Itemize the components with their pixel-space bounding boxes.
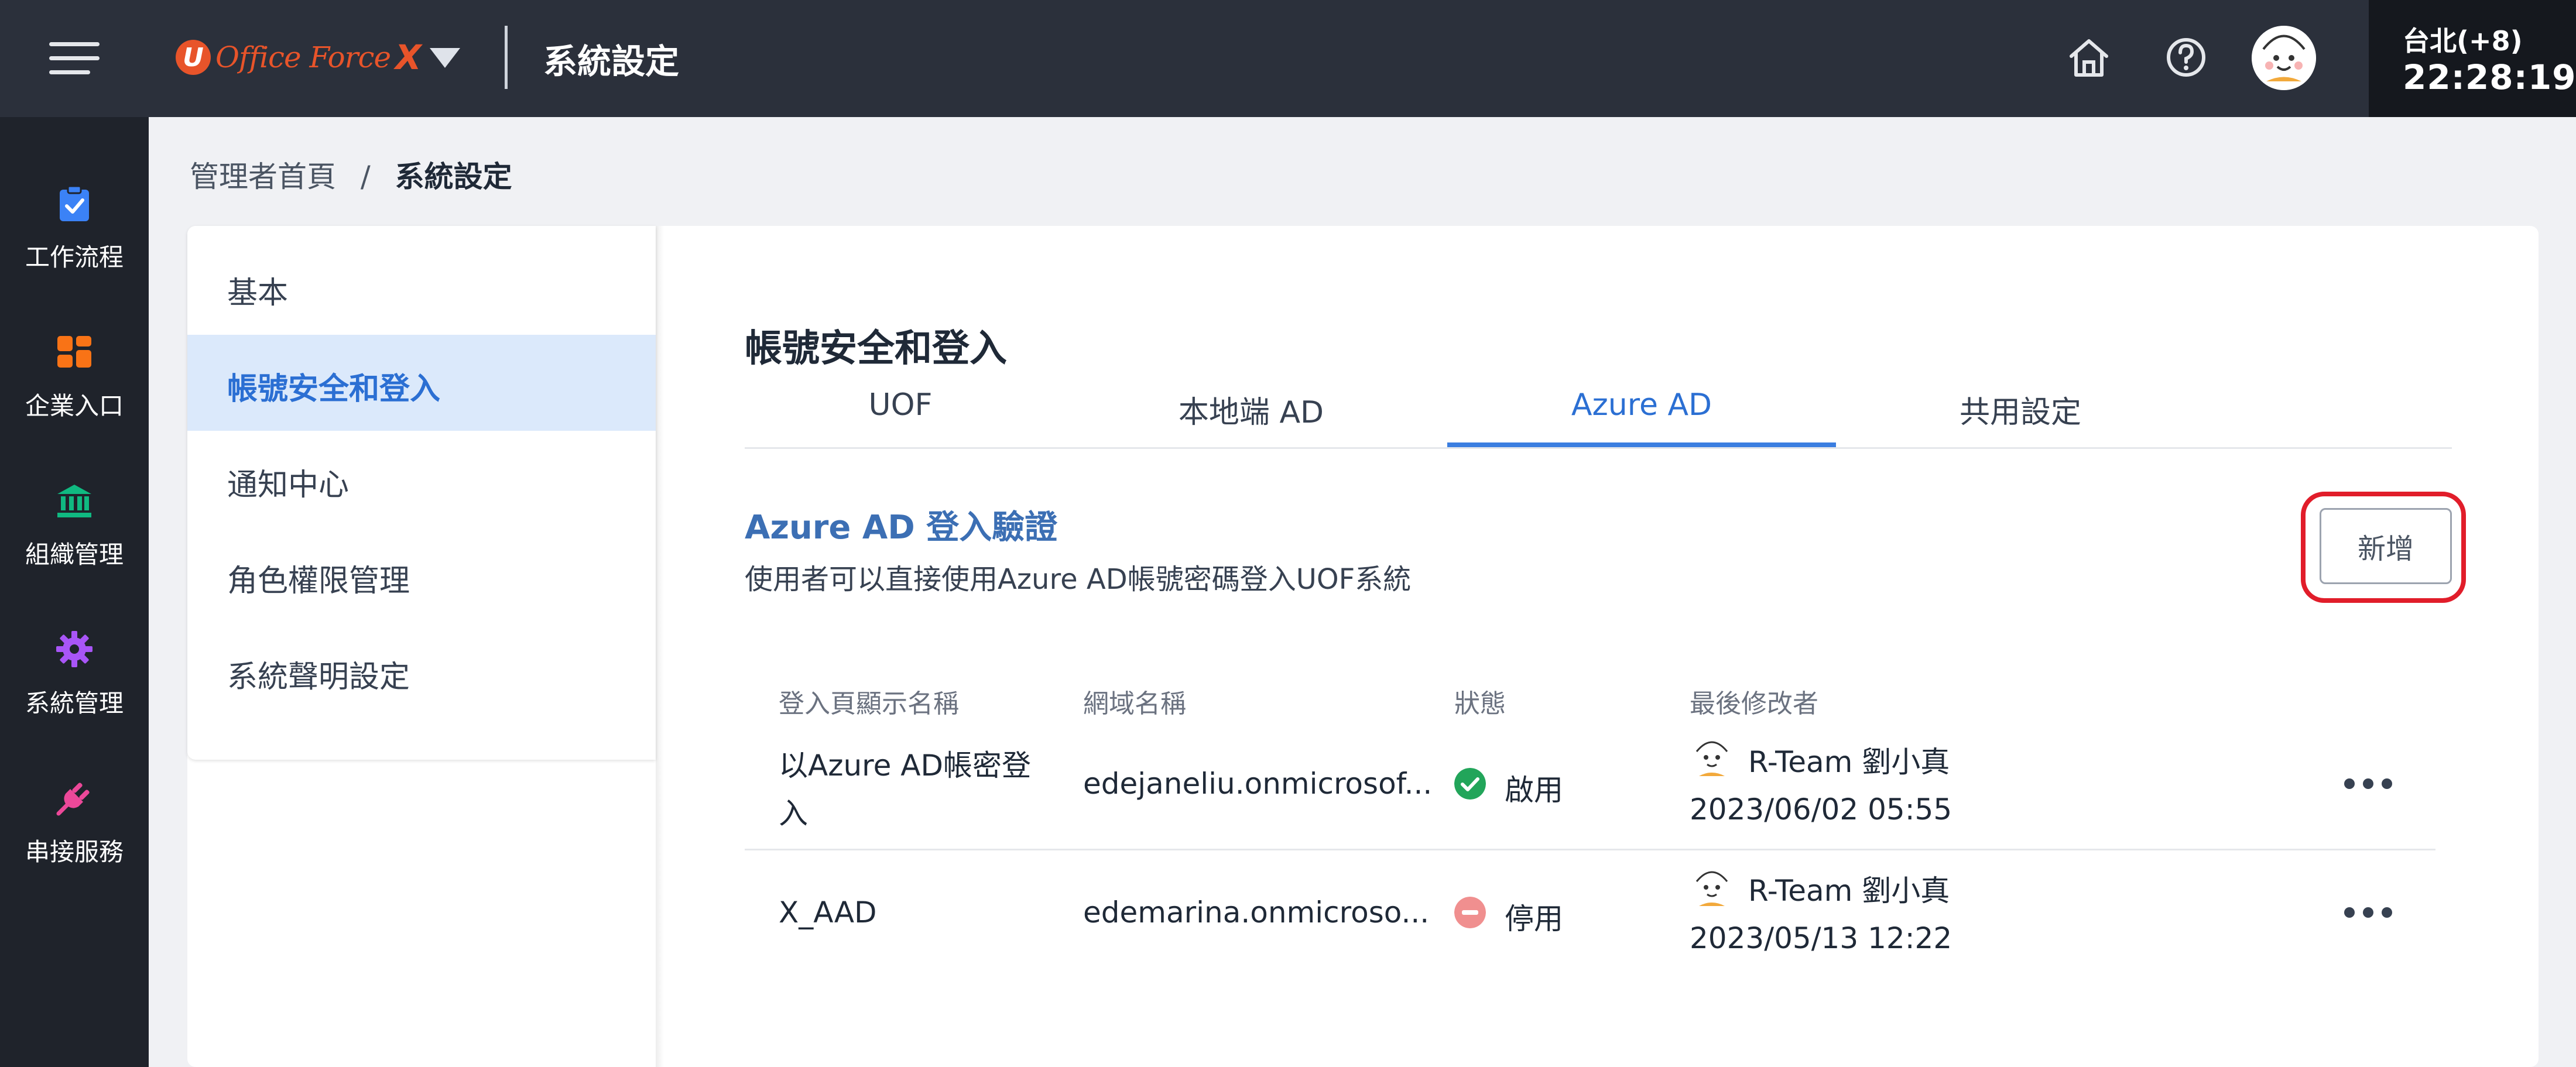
- column-header-domain: 網域名稱: [1083, 689, 1186, 719]
- gear-icon: [56, 631, 93, 667]
- settings-nav-label: 系統聲明設定: [227, 660, 410, 695]
- clock-timezone: 台北(+8): [2403, 25, 2523, 57]
- settings-nav-label: 帳號安全和登入: [227, 372, 441, 407]
- chevron-down-icon[interactable]: [430, 48, 460, 68]
- settings-nav-label: 角色權限管理: [227, 564, 410, 599]
- settings-nav-label: 基本: [227, 276, 289, 311]
- clock: 台北(+8) 22:28:19: [2369, 0, 2576, 117]
- row-divider: [745, 849, 2435, 850]
- dashboard-icon: [57, 336, 91, 368]
- row-domain: edejaneliu.onmicrosof...: [1083, 767, 1433, 801]
- azure-section-description: 使用者可以直接使用Azure AD帳號密碼登入UOF系統: [745, 563, 1412, 596]
- more-options-icon[interactable]: [2344, 778, 2393, 790]
- home-icon[interactable]: [2065, 34, 2112, 81]
- breadcrumb-home[interactable]: 管理者首頁: [190, 160, 336, 194]
- logo-text: Office Force: [215, 40, 391, 74]
- row-modified-time: 2023/05/13 12:22: [1690, 921, 1952, 955]
- clock-time: 22:28:19: [2403, 57, 2576, 97]
- row-display-name: 以Azure AD帳密登: [779, 749, 1031, 783]
- sidebar-item-portal[interactable]: 企業入口: [0, 332, 149, 473]
- plug-icon: [56, 783, 90, 816]
- tab-shared-settings[interactable]: 共用設定: [1836, 382, 2205, 447]
- avatar[interactable]: [2252, 26, 2316, 90]
- bank-icon: [57, 485, 91, 517]
- column-header-status: 狀態: [1454, 689, 1506, 719]
- logo-x: X: [395, 37, 422, 77]
- more-options-icon[interactable]: [2344, 907, 2393, 919]
- row-modifier: R-Team 劉小真: [1748, 874, 1950, 908]
- sidebar-item-label: 串接服務: [25, 838, 124, 866]
- column-header-modifier: 最後修改者: [1690, 689, 1818, 719]
- sidebar-item-integration[interactable]: 串接服務: [0, 778, 149, 919]
- row-modified-time: 2023/06/02 05:55: [1690, 792, 1952, 826]
- add-button[interactable]: 新增: [2320, 508, 2452, 584]
- row-modifier: R-Team 劉小真: [1748, 745, 1950, 779]
- sidebar-item-label: 企業入口: [25, 392, 124, 420]
- section-title: 帳號安全和登入: [745, 327, 1007, 370]
- breadcrumb-current: 系統設定: [395, 160, 512, 194]
- azure-section-title: Azure AD 登入驗證: [745, 509, 1058, 547]
- page-title: 系統設定: [543, 42, 680, 81]
- sidebar-item-label: 工作流程: [25, 243, 124, 272]
- divider: [505, 26, 508, 89]
- logo-mark: U: [176, 40, 211, 75]
- column-header-display-name: 登入頁顯示名稱: [779, 689, 959, 719]
- row-status: 停用: [1505, 902, 1563, 936]
- modifier-avatar: [1688, 864, 1735, 911]
- tab-azure-ad[interactable]: Azure AD: [1447, 382, 1836, 447]
- settings-nav: 基本 帳號安全和登入 通知中心 角色權限管理 系統聲明設定: [187, 226, 656, 760]
- nav-shadow: [656, 226, 664, 1067]
- tab-label: Azure AD: [1571, 387, 1712, 423]
- tab-label: 本地端 AD: [1178, 395, 1324, 430]
- sidebar: 工作流程 企業入口 組織管理 系統管理 串接服務: [0, 117, 149, 1067]
- settings-nav-statement[interactable]: 系統聲明設定: [187, 623, 656, 719]
- sidebar-item-workflow[interactable]: 工作流程: [0, 184, 149, 324]
- breadcrumb-separator: /: [360, 160, 371, 194]
- menu-icon[interactable]: [49, 42, 100, 75]
- settings-nav-notification[interactable]: 通知中心: [187, 431, 656, 527]
- modifier-avatar: [1688, 734, 1735, 781]
- tab-label: 共用設定: [1959, 395, 2081, 430]
- help-icon[interactable]: [2163, 34, 2210, 81]
- row-display-name-cont: 入: [779, 797, 808, 831]
- minus-circle-icon: [1454, 897, 1486, 928]
- sidebar-item-label: 組織管理: [25, 540, 124, 569]
- clipboard-check-icon: [60, 185, 89, 221]
- settings-nav-basic[interactable]: 基本: [187, 239, 656, 335]
- top-bar: U Office Force X 系統設定 台北(+8) 22:28:19: [0, 0, 2576, 117]
- sidebar-item-organization[interactable]: 組織管理: [0, 481, 149, 622]
- tab-bar: UOF 本地端 AD Azure AD 共用設定: [745, 382, 2452, 449]
- sidebar-item-system[interactable]: 系統管理: [0, 630, 149, 770]
- breadcrumb: 管理者首頁 / 系統設定: [190, 153, 512, 195]
- settings-card: 基本 帳號安全和登入 通知中心 角色權限管理 系統聲明設定: [187, 226, 2539, 1067]
- row-display-name: X_AAD: [779, 896, 877, 929]
- logo[interactable]: U Office Force X: [176, 34, 422, 81]
- settings-nav-label: 通知中心: [227, 468, 350, 503]
- settings-nav-account-security[interactable]: 帳號安全和登入: [187, 335, 656, 431]
- settings-nav-roles[interactable]: 角色權限管理: [187, 527, 656, 623]
- check-circle-icon: [1454, 768, 1486, 800]
- tab-label: UOF: [868, 387, 933, 423]
- tab-local-ad[interactable]: 本地端 AD: [1056, 382, 1446, 447]
- sidebar-item-label: 系統管理: [25, 689, 124, 718]
- tab-uof[interactable]: UOF: [745, 382, 1056, 447]
- row-domain: edemarina.onmicroso...: [1083, 896, 1430, 929]
- row-status: 啟用: [1505, 773, 1563, 807]
